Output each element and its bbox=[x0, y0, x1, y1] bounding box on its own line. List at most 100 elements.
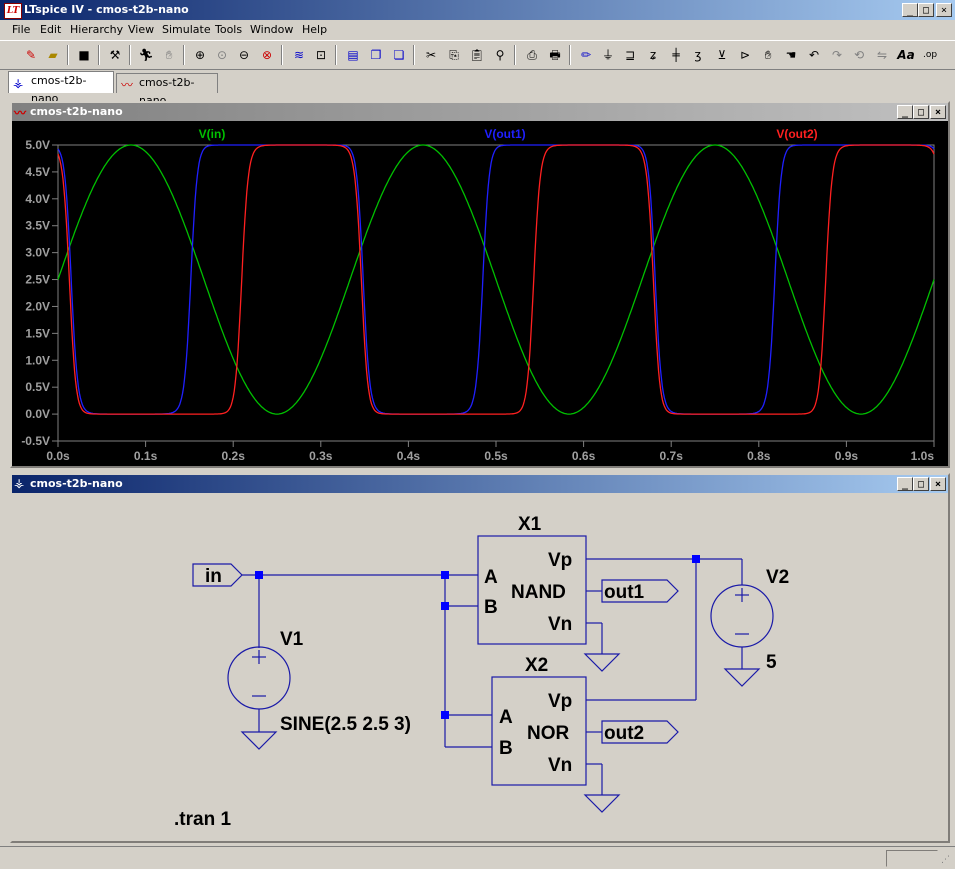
waveform-window-titlebar: 〰 cmos-t2b-nano _ □ × bbox=[12, 103, 948, 121]
schematic-icon: ⚶ bbox=[13, 76, 24, 90]
new-schematic-icon[interactable]: ✎ bbox=[22, 46, 40, 64]
waveform-minimize-button[interactable]: _ bbox=[897, 105, 913, 119]
draw-wire-icon[interactable]: ✏ bbox=[577, 46, 595, 64]
spice-directive-icon[interactable]: .op bbox=[921, 46, 939, 64]
x2-refdes[interactable]: X2 bbox=[525, 655, 548, 676]
v2-value[interactable]: 5 bbox=[766, 652, 777, 673]
v1-refdes[interactable]: V1 bbox=[280, 629, 304, 650]
y-tick-label: 0.5V bbox=[25, 380, 50, 394]
zoom-out-icon[interactable]: ⊖ bbox=[235, 46, 253, 64]
x-tick-label: 0.4s bbox=[397, 449, 421, 463]
x1-refdes[interactable]: X1 bbox=[518, 514, 542, 535]
print-setup-icon[interactable]: ⎙ bbox=[523, 46, 541, 64]
capacitor-icon[interactable]: ╪ bbox=[667, 46, 685, 64]
autorange-icon[interactable]: ≋ bbox=[290, 46, 308, 64]
trace-name[interactable]: V(out2) bbox=[776, 127, 817, 141]
copy-icon[interactable]: ⎘ bbox=[445, 46, 463, 64]
zoom-fit-icon[interactable]: ⊗ bbox=[258, 46, 276, 64]
rotate-icon[interactable]: ⟲ bbox=[850, 46, 868, 64]
resize-grip-icon[interactable]: ⋰ bbox=[941, 855, 953, 867]
menu-file[interactable]: File bbox=[12, 23, 30, 36]
app-title: LTspice IV - cmos-t2b-nano bbox=[24, 3, 189, 16]
x-tick-label: 0.1s bbox=[134, 449, 158, 463]
inductor-icon[interactable]: ʒ bbox=[689, 46, 707, 64]
app-maximize-button[interactable]: □ bbox=[918, 3, 934, 17]
junction bbox=[441, 602, 449, 610]
junction bbox=[692, 555, 700, 563]
text-icon[interactable]: Aa bbox=[897, 46, 915, 64]
diode-icon[interactable]: ⊻ bbox=[713, 46, 731, 64]
print-icon[interactable]: 🖶︎ bbox=[546, 46, 564, 64]
pan-icon[interactable]: ⊙ bbox=[213, 46, 231, 64]
undo-icon[interactable]: ↶ bbox=[805, 46, 823, 64]
spice-directive[interactable]: .tran 1 bbox=[174, 809, 231, 830]
menu-view[interactable]: View bbox=[128, 23, 154, 36]
trace-name[interactable]: V(out1) bbox=[484, 127, 525, 141]
x-tick-label: 0.6s bbox=[572, 449, 596, 463]
v1-value[interactable]: SINE(2.5 2.5 3) bbox=[280, 714, 411, 735]
paste-icon[interactable]: 📋︎ bbox=[468, 46, 486, 64]
schematic-canvas[interactable]: in X1 A B Vp NAND Vn out1 V2 5 V1 SINE(2… bbox=[12, 493, 948, 841]
open-icon[interactable]: ▰ bbox=[44, 46, 62, 64]
cancel-zoom-icon[interactable]: ⊡ bbox=[312, 46, 330, 64]
y-tick-label: 3.5V bbox=[25, 219, 50, 233]
waveform-close-button[interactable]: × bbox=[930, 105, 946, 119]
label-icon[interactable]: ⊒ bbox=[621, 46, 639, 64]
y-tick-label: 3.0V bbox=[25, 246, 50, 260]
toolbar: ✎ ▰ ■ ⚒ 🏃︎ ✋︎ ⊕ ⊙ ⊖ ⊗ ≋ ⊡ ▤ ❐ ❏ ✂ ⎘ 📋︎ ⚲… bbox=[0, 40, 955, 70]
redo-icon[interactable]: ↷ bbox=[828, 46, 846, 64]
x2-pin-a: A bbox=[499, 707, 513, 728]
tab-waveform[interactable]: 〰 cmos-t2b-nano bbox=[116, 73, 218, 107]
schematic-window-titlebar: ⚶ cmos-t2b-nano _ □ × bbox=[12, 475, 948, 493]
waveform-maximize-button[interactable]: □ bbox=[913, 105, 929, 119]
app-minimize-button[interactable]: _ bbox=[902, 3, 918, 17]
x1-type: NAND bbox=[511, 582, 566, 603]
menu-help[interactable]: Help bbox=[302, 23, 327, 36]
x-tick-label: 0.5s bbox=[484, 449, 508, 463]
tile-windows-icon[interactable]: ❏ bbox=[390, 46, 408, 64]
mirror-icon[interactable]: ⇋ bbox=[873, 46, 891, 64]
tab-schematic[interactable]: ⚶ cmos-t2b-nano bbox=[8, 71, 114, 105]
app-close-button[interactable]: × bbox=[936, 3, 952, 17]
save-icon[interactable]: ■ bbox=[75, 46, 93, 64]
run-icon[interactable]: 🏃︎ bbox=[137, 46, 155, 64]
halt-icon[interactable]: ✋︎ bbox=[160, 46, 178, 64]
app-titlebar: LT LTspice IV - cmos-t2b-nano _ □ × bbox=[0, 0, 955, 20]
label-in[interactable]: in bbox=[205, 566, 222, 587]
schematic-maximize-button[interactable]: □ bbox=[913, 477, 929, 491]
tile-horizontal-icon[interactable]: ▤ bbox=[344, 46, 362, 64]
component-icon[interactable]: ⊳ bbox=[736, 46, 754, 64]
cascade-icon[interactable]: ❐ bbox=[367, 46, 385, 64]
x1-pin-vp: Vp bbox=[548, 550, 572, 571]
cut-icon[interactable]: ✂ bbox=[422, 46, 440, 64]
status-bar: ⋰ bbox=[0, 846, 955, 869]
find-icon[interactable]: ⚲ bbox=[491, 46, 509, 64]
label-out2[interactable]: out2 bbox=[604, 723, 644, 744]
menu-window[interactable]: Window bbox=[250, 23, 293, 36]
waveform-plot[interactable]: 5.0V 4.5V 4.0V 3.5V 3.0V 2.5V 2.0V 1.5V 1.0V 0.5V… bbox=[12, 121, 948, 466]
schematic-close-button[interactable]: × bbox=[930, 477, 946, 491]
y-tick-label: 1.0V bbox=[25, 353, 50, 367]
menu-simulate[interactable]: Simulate bbox=[162, 23, 211, 36]
schematic-minimize-button[interactable]: _ bbox=[897, 477, 913, 491]
v2-refdes[interactable]: V2 bbox=[766, 567, 789, 588]
menu-edit[interactable]: Edit bbox=[40, 23, 61, 36]
trace-name[interactable]: V(in) bbox=[199, 127, 226, 141]
label-out1[interactable]: out1 bbox=[604, 582, 645, 603]
ground-icon[interactable]: ⏚ bbox=[599, 46, 617, 64]
control-panel-icon[interactable]: ⚒ bbox=[106, 46, 124, 64]
resistor-icon[interactable]: ʑ bbox=[644, 46, 662, 64]
document-tabs: ⚶ cmos-t2b-nano 〰 cmos-t2b-nano bbox=[0, 70, 955, 107]
status-panel bbox=[886, 850, 938, 867]
drag-icon[interactable]: ☚ bbox=[782, 46, 800, 64]
zoom-in-icon[interactable]: ⊕ bbox=[191, 46, 209, 64]
menu-hierarchy[interactable]: Hierarchy bbox=[70, 23, 123, 36]
x-tick-label: 0.2s bbox=[222, 449, 246, 463]
schematic-window: ⚶ cmos-t2b-nano _ □ × in X1 A B Vp NAND … bbox=[10, 473, 950, 843]
junction bbox=[441, 711, 449, 719]
y-tick-label: 0.0V bbox=[25, 407, 50, 421]
y-tick-label: -0.5V bbox=[21, 434, 50, 448]
x2-type: NOR bbox=[527, 723, 570, 744]
move-icon[interactable]: ✋︎ bbox=[759, 46, 777, 64]
menu-tools[interactable]: Tools bbox=[215, 23, 242, 36]
